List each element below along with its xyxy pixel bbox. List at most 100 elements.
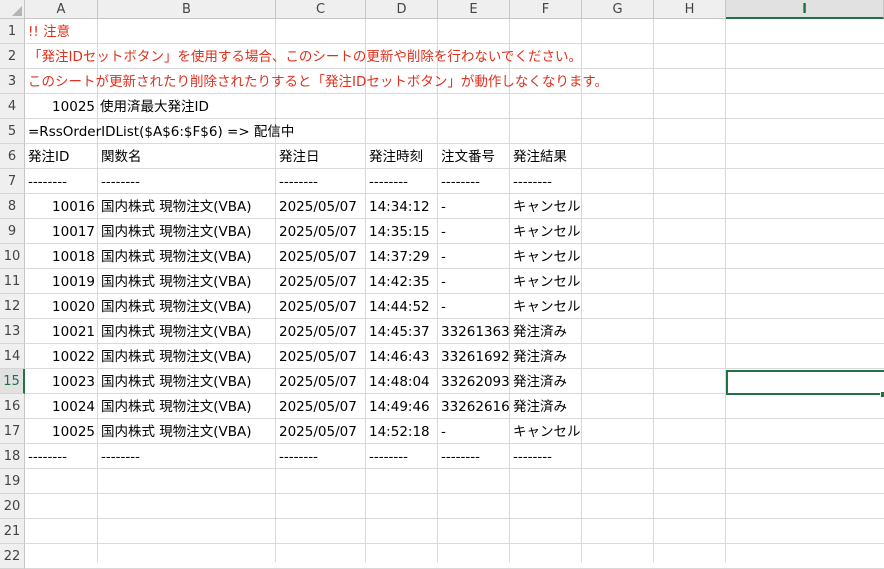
row-header-16[interactable]: 16 (0, 394, 25, 419)
fill-handle[interactable] (880, 391, 884, 398)
order-id-cell[interactable]: 10020 (25, 295, 98, 320)
column-header-a[interactable]: A (25, 0, 98, 19)
row-header-7[interactable]: 7 (0, 169, 25, 194)
separator-cell[interactable]: -------- (276, 170, 321, 195)
column-header-d[interactable]: D (366, 0, 438, 19)
order-id-cell[interactable]: 10018 (25, 245, 98, 270)
row-header-19[interactable]: 19 (0, 469, 25, 494)
order-number-cell[interactable]: - (438, 295, 449, 320)
order-date-cell[interactable]: 2025/05/07 (276, 220, 360, 245)
row-header-22[interactable]: 22 (0, 544, 25, 569)
note-line-3[interactable]: このシートが更新されたり削除されたりすると「発注IDセットボタン」が動作しなくな… (25, 70, 611, 95)
order-time-cell[interactable]: 14:35:15 (366, 220, 433, 245)
table-header-cell[interactable]: 関数名 (98, 145, 145, 170)
column-header-i[interactable]: I (726, 0, 884, 19)
order-time-cell[interactable]: 14:52:18 (366, 420, 433, 445)
table-header-cell[interactable]: 発注結果 (510, 145, 570, 170)
order-date-cell[interactable]: 2025/05/07 (276, 270, 360, 295)
order-date-cell[interactable]: 2025/05/07 (276, 295, 360, 320)
row-header-8[interactable]: 8 (0, 194, 25, 219)
order-id-cell[interactable]: 10024 (25, 395, 98, 420)
separator-cell[interactable]: -------- (366, 170, 411, 195)
column-header-h[interactable]: H (654, 0, 726, 19)
separator-cell[interactable]: -------- (510, 445, 555, 470)
order-id-cell[interactable]: 10021 (25, 320, 98, 345)
order-time-cell[interactable]: 14:49:46 (366, 395, 433, 420)
order-time-cell[interactable]: 14:48:04 (366, 370, 433, 395)
row-header-15[interactable]: 15 (0, 369, 25, 394)
order-date-cell[interactable]: 2025/05/07 (276, 370, 360, 395)
order-result-cell[interactable]: キャンセル (510, 420, 584, 445)
max-order-id-label[interactable]: 使用済最大発注ID (97, 95, 212, 120)
order-id-cell[interactable]: 10017 (25, 220, 98, 245)
order-id-cell[interactable]: 10025 (25, 420, 98, 445)
row-header-17[interactable]: 17 (0, 419, 25, 444)
order-result-cell[interactable]: 発注済み (510, 345, 570, 370)
order-time-cell[interactable]: 14:37:29 (366, 245, 433, 270)
formula-note[interactable]: =RssOrderIDList($A$6:$F$6) => 配信中 (25, 120, 297, 145)
table-header-cell[interactable]: 発注日 (276, 145, 323, 170)
max-order-id-value[interactable]: 10025 (25, 95, 98, 120)
row-header-2[interactable]: 2 (0, 44, 25, 69)
row-header-20[interactable]: 20 (0, 494, 25, 519)
order-time-cell[interactable]: 14:44:52 (366, 295, 433, 320)
order-id-cell[interactable]: 10016 (25, 195, 98, 220)
row-header-13[interactable]: 13 (0, 319, 25, 344)
separator-cell[interactable]: -------- (276, 445, 321, 470)
order-date-cell[interactable]: 2025/05/07 (276, 420, 360, 445)
order-number-cell[interactable]: - (438, 270, 449, 295)
function-name-cell[interactable]: 国内株式 現物注文(VBA) (98, 295, 255, 320)
column-header-e[interactable]: E (438, 0, 510, 19)
separator-cell[interactable]: -------- (510, 170, 555, 195)
function-name-cell[interactable]: 国内株式 現物注文(VBA) (98, 420, 255, 445)
order-id-cell[interactable]: 10019 (25, 270, 98, 295)
order-result-cell[interactable]: キャンセル (510, 270, 584, 295)
function-name-cell[interactable]: 国内株式 現物注文(VBA) (98, 245, 255, 270)
order-result-cell[interactable]: 発注済み (510, 370, 570, 395)
order-result-cell[interactable]: キャンセル (510, 245, 584, 270)
table-header-cell[interactable]: 発注時刻 (366, 145, 426, 170)
order-date-cell[interactable]: 2025/05/07 (276, 345, 360, 370)
order-id-cell[interactable]: 10023 (25, 370, 98, 395)
order-id-cell[interactable]: 10022 (25, 345, 98, 370)
spreadsheet-grid[interactable]: ABCDEFGHI 1 2 3 4 5 6 7 8 9 10 11 12 13 14 15 16 17 18 19 2… (0, 0, 884, 569)
function-name-cell[interactable]: 国内株式 現物注文(VBA) (98, 320, 255, 345)
order-result-cell[interactable]: キャンセル (510, 295, 584, 320)
table-header-cell[interactable]: 発注ID (25, 145, 72, 170)
row-header-10[interactable]: 10 (0, 244, 25, 269)
function-name-cell[interactable]: 国内株式 現物注文(VBA) (98, 195, 255, 220)
order-result-cell[interactable]: 発注済み (510, 395, 570, 420)
order-date-cell[interactable]: 2025/05/07 (276, 320, 360, 345)
row-header-3[interactable]: 3 (0, 69, 25, 94)
order-date-cell[interactable]: 2025/05/07 (276, 245, 360, 270)
separator-cell[interactable]: -------- (98, 445, 143, 470)
function-name-cell[interactable]: 国内株式 現物注文(VBA) (98, 370, 255, 395)
row-header-4[interactable]: 4 (0, 94, 25, 119)
order-date-cell[interactable]: 2025/05/07 (276, 195, 360, 220)
order-number-cell[interactable]: - (438, 420, 449, 445)
function-name-cell[interactable]: 国内株式 現物注文(VBA) (98, 395, 255, 420)
order-date-cell[interactable]: 2025/05/07 (276, 395, 360, 420)
column-header-g[interactable]: G (582, 0, 654, 19)
select-all-corner[interactable] (0, 0, 25, 19)
order-time-cell[interactable]: 14:34:12 (366, 195, 433, 220)
row-header-12[interactable]: 12 (0, 294, 25, 319)
order-number-cell[interactable]: 33261363 (438, 320, 510, 345)
function-name-cell[interactable]: 国内株式 現物注文(VBA) (98, 345, 255, 370)
row-header-14[interactable]: 14 (0, 344, 25, 369)
order-time-cell[interactable]: 14:46:43 (366, 345, 433, 370)
order-result-cell[interactable]: キャンセル (510, 195, 584, 220)
row-header-18[interactable]: 18 (0, 444, 25, 469)
order-number-cell[interactable]: - (438, 245, 449, 270)
order-result-cell[interactable]: 発注済み (510, 320, 570, 345)
order-number-cell[interactable]: 33261692 (438, 345, 510, 370)
separator-cell[interactable]: -------- (438, 170, 483, 195)
column-header-c[interactable]: C (276, 0, 366, 19)
row-header-21[interactable]: 21 (0, 519, 25, 544)
column-header-b[interactable]: B (98, 0, 276, 19)
function-name-cell[interactable]: 国内株式 現物注文(VBA) (98, 270, 255, 295)
function-name-cell[interactable]: 国内株式 現物注文(VBA) (98, 220, 255, 245)
note-line-1[interactable]: !! 注意 (25, 20, 73, 45)
separator-cell[interactable]: -------- (98, 170, 143, 195)
table-header-cell[interactable]: 注文番号 (438, 145, 498, 170)
